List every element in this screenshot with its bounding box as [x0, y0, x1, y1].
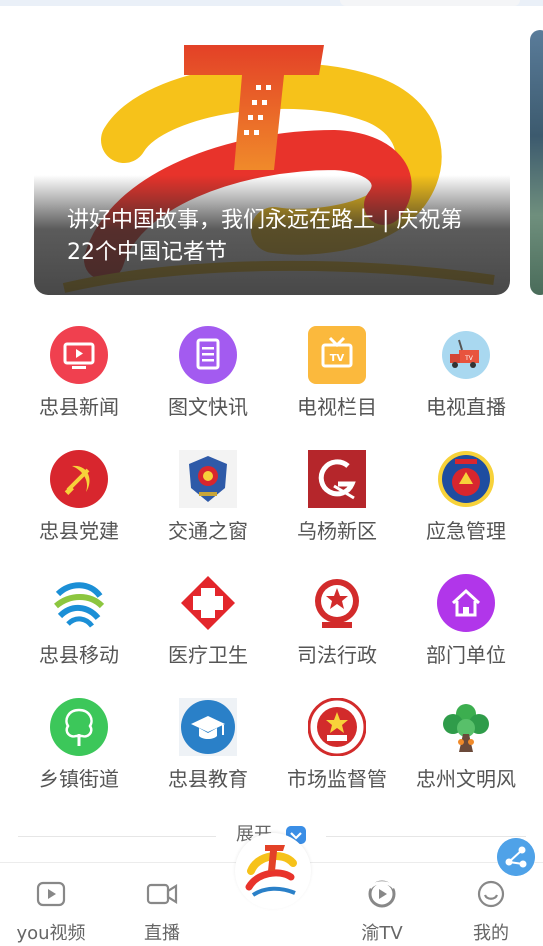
grid-item-label: 部门单位 [426, 643, 506, 667]
emergency-emblem-icon [438, 451, 494, 507]
yutv-icon [368, 880, 396, 908]
grid-item-label: 交通之窗 [168, 519, 248, 543]
china-mobile-icon [54, 582, 105, 628]
grid-item-label: 忠县移动 [39, 643, 119, 667]
tree-icon [50, 698, 108, 756]
grid-item-tv-live[interactable]: TV 电视直播 [401, 322, 531, 432]
grid-item-wuyang-district[interactable]: 乌杨新区 [272, 446, 402, 556]
market-supervision-emblem-icon [308, 698, 366, 756]
grid-item-emergency-management[interactable]: 应急管理 [401, 446, 531, 556]
tab-label: 渝TV [361, 923, 403, 944]
grid-item-label: 电视直播 [426, 395, 506, 419]
grid-item-label: 市场监督管 [287, 767, 387, 791]
grid-item-civilization[interactable]: 忠州文明风 [401, 694, 531, 804]
grid-item-label: 图文快讯 [168, 395, 248, 419]
grid-item-label: 忠县党建 [39, 519, 119, 543]
grid-item-label: 忠县新闻 [39, 395, 119, 419]
civilization-tree-icon [443, 704, 489, 752]
national-emblem-icon [315, 579, 359, 628]
tab-live[interactable]: 直播 [117, 863, 207, 946]
tv-channel-icon: TV [308, 326, 366, 384]
document-icon [179, 326, 237, 384]
banner-carousel-slide[interactable]: 讲好中国故事，我们永远在路上 | 庆祝第22个中国记者节 [34, 30, 510, 295]
tab-label: you视频 [16, 923, 86, 944]
grid-item-zhongxian-mobile[interactable]: 忠县移动 [14, 570, 144, 680]
tab-me[interactable]: 我的 [446, 863, 536, 946]
grid-item-towns-streets[interactable]: 乡镇街道 [14, 694, 144, 804]
next-banner-peek[interactable] [530, 30, 543, 295]
grid-item-news-flash[interactable]: 图文快讯 [143, 322, 273, 432]
search-bar-remnant[interactable] [340, 0, 520, 6]
police-emblem-icon [179, 450, 237, 508]
grid-item-label: 应急管理 [426, 519, 506, 543]
party-emblem-icon [50, 450, 108, 508]
camera-icon [146, 883, 178, 905]
graduation-cap-icon [179, 698, 237, 756]
app-logo-icon [245, 845, 297, 897]
home-icon [437, 574, 495, 632]
center-home-button[interactable] [235, 833, 311, 909]
grid-item-market-supervision[interactable]: 市场监督管 [272, 694, 402, 804]
banner-title[interactable]: 讲好中国故事，我们永远在路上 | 庆祝第22个中国记者节 [67, 205, 487, 269]
tab-label: 我的 [473, 923, 509, 944]
tab-yu-tv[interactable]: 渝TV [337, 863, 427, 946]
grid-item-party-building[interactable]: 忠县党建 [14, 446, 144, 556]
grid-item-label: 医疗卫生 [168, 643, 248, 667]
divider-left [18, 836, 216, 837]
wuyang-logo-icon [308, 450, 366, 508]
grid-item-zhongxian-news[interactable]: 忠县新闻 [14, 322, 144, 432]
grid-item-label: 司法行政 [297, 643, 377, 667]
grid-item-department-units[interactable]: 部门单位 [401, 570, 531, 680]
live-truck-icon: TV [442, 331, 490, 379]
grid-item-tv-programs[interactable]: TV 电视栏目 [272, 322, 402, 432]
grid-item-label: 乡镇街道 [39, 767, 119, 791]
smile-icon [477, 880, 505, 908]
tab-label: 直播 [144, 923, 180, 944]
grid-item-label: 电视栏目 [297, 395, 377, 419]
grid-item-medical-health[interactable]: 医疗卫生 [143, 570, 273, 680]
grid-item-label: 乌杨新区 [297, 519, 377, 543]
grid-item-label: 忠县教育 [168, 767, 248, 791]
grid-item-label: 忠州文明风 [416, 767, 516, 791]
grid-item-traffic-window[interactable]: 交通之窗 [143, 446, 273, 556]
svg-text:TV: TV [464, 355, 474, 362]
grid-item-judicial-admin[interactable]: 司法行政 [272, 570, 402, 680]
divider-right [326, 836, 526, 837]
video-play-icon [36, 881, 66, 907]
red-cross-icon [181, 576, 235, 630]
share-icon[interactable] [497, 838, 535, 876]
tv-icon [50, 326, 108, 384]
tab-you-video[interactable]: you视频 [6, 863, 96, 946]
grid-item-education[interactable]: 忠县教育 [143, 694, 273, 804]
svg-text:TV: TV [330, 353, 345, 364]
